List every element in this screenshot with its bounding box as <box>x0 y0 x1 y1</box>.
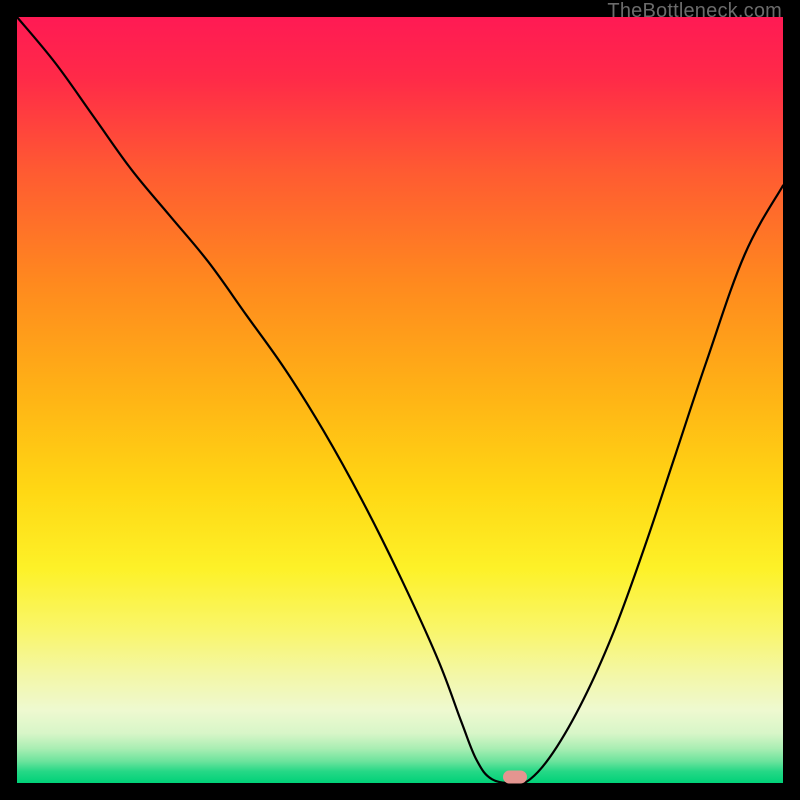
optimal-marker <box>503 770 527 783</box>
watermark-text: TheBottleneck.com <box>607 0 782 23</box>
bottleneck-curve <box>17 17 783 783</box>
plot-area <box>17 17 783 783</box>
chart-frame: TheBottleneck.com <box>0 0 800 800</box>
